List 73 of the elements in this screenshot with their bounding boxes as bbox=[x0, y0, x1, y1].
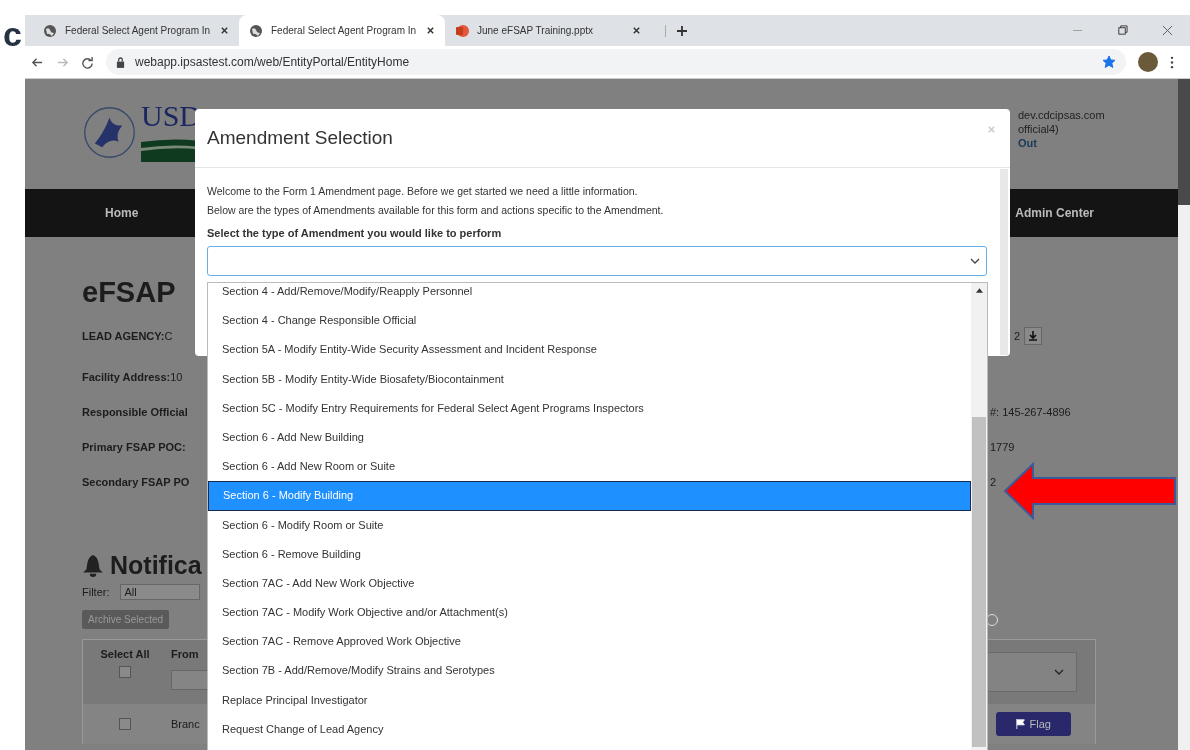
dropdown-option[interactable]: Replace Principal Investigator bbox=[208, 685, 971, 715]
flag-button[interactable]: Flag bbox=[995, 712, 1071, 736]
detail-label: Responsible Official bbox=[82, 405, 188, 418]
checkbox[interactable] bbox=[119, 718, 131, 730]
scrollbar[interactable] bbox=[971, 283, 987, 750]
scroll-up-icon[interactable] bbox=[975, 288, 983, 293]
detail-value: 2 bbox=[990, 475, 997, 488]
dropdown-option[interactable]: Section 7B - Add/Remove/Modify Strains and Serotypes bbox=[208, 656, 971, 686]
globe-icon bbox=[43, 23, 57, 38]
presentation-icon bbox=[455, 23, 469, 38]
dropdown-option[interactable]: Section 5A - Modify Entity-Wide Security Assessment and Incident Response bbox=[208, 335, 971, 365]
browser-tab[interactable]: June eFSAP Training.pptx bbox=[445, 15, 651, 46]
globe-icon bbox=[249, 23, 263, 38]
dropdown-option[interactable]: Section 6 - Add New Room or Suite bbox=[208, 452, 971, 482]
select-label: Select the type of Amendment you would like to perform bbox=[207, 227, 503, 239]
detail-value: 1779 bbox=[990, 440, 1015, 453]
column-header: From bbox=[171, 648, 200, 660]
detail-value: 2 bbox=[1014, 330, 1021, 342]
menu-icon[interactable] bbox=[1170, 55, 1174, 69]
detail-label: Primary FSAP POC: bbox=[82, 440, 186, 453]
dropdown-option[interactable]: Section 5B - Modify Entity-Wide Biosafety/Biocontainment bbox=[208, 364, 971, 394]
flag-icon bbox=[1015, 719, 1026, 729]
filter-select[interactable]: All bbox=[119, 584, 200, 600]
tab-title: Federal Select Agent Program In bbox=[271, 25, 418, 36]
address-bar[interactable]: webapp.ipsastest.com/web/EntityPortal/EntityHome bbox=[106, 49, 1126, 75]
plus-icon[interactable] bbox=[665, 24, 688, 37]
avatar[interactable] bbox=[1138, 52, 1158, 72]
browser-tab[interactable]: Federal Select Agent Program In bbox=[33, 15, 239, 46]
user-info-text: official4) bbox=[1018, 123, 1060, 135]
restore-icon[interactable] bbox=[1117, 25, 1128, 36]
dropdown-option[interactable]: Section 6 - Add New Building bbox=[208, 422, 971, 453]
detail-label: Facility Address:10 bbox=[82, 370, 183, 383]
download-icon[interactable] bbox=[1024, 327, 1043, 345]
lock-icon bbox=[116, 56, 125, 68]
bell-icon bbox=[82, 553, 104, 578]
dropdown-option[interactable]: Section 4 - Change Responsible Official bbox=[208, 306, 971, 336]
chevron-down-icon bbox=[1054, 669, 1064, 675]
slide-title-fragment: c bbox=[3, 16, 22, 52]
column-header: Select All bbox=[100, 648, 150, 660]
tab-title: June eFSAP Training.pptx bbox=[477, 25, 594, 36]
modal-title: Amendment Selection bbox=[207, 127, 393, 149]
detail-value: #: 145-267-4896 bbox=[990, 405, 1071, 418]
close-icon[interactable] bbox=[426, 26, 435, 35]
dropdown-option[interactable]: Section 5C - Modify Entry Requirements for Federal Select Agent Programs Inspectors bbox=[208, 393, 971, 423]
browser-tab[interactable]: Federal Select Agent Program In bbox=[239, 15, 445, 46]
detail-label: LEAD AGENCY:C bbox=[82, 330, 173, 342]
dropdown-option[interactable]: Section 7AC - Modify Work Objective and/or Attachment(s) bbox=[208, 598, 971, 628]
checkbox[interactable] bbox=[119, 666, 131, 678]
url-text: webapp.ipsastest.com/web/EntityPortal/EntityHome bbox=[135, 55, 410, 69]
close-icon[interactable] bbox=[632, 26, 641, 35]
dropdown-option[interactable]: Section 6 - Modify Room or Suite bbox=[208, 510, 971, 540]
user-info-text: dev.cdcipsas.com bbox=[1018, 109, 1106, 121]
dropdown-option[interactable]: Section 4 - Add/Remove/Modify/Reapply Personnel bbox=[208, 283, 971, 307]
dropdown-option[interactable]: Section 7AC - Remove Approved Work Objective bbox=[208, 627, 971, 657]
dropdown-option[interactable]: Request Change of Lead Agency bbox=[208, 714, 971, 744]
page-title: eFSAP bbox=[82, 275, 176, 309]
dropdown-option[interactable]: Section 7AC - Add New Work Objective bbox=[208, 568, 971, 599]
intro-text: Welcome to the Form 1 Amendment page. Before we get started we need a little information. bbox=[207, 184, 639, 199]
section-title: Notifica bbox=[110, 551, 202, 580]
nav-item[interactable]: Home bbox=[105, 206, 139, 220]
close-icon[interactable] bbox=[220, 26, 229, 35]
reload-icon[interactable] bbox=[81, 55, 94, 69]
star-icon[interactable] bbox=[1102, 55, 1116, 69]
filter-label: Filter: bbox=[82, 586, 110, 598]
tab-title: Federal Select Agent Program In bbox=[65, 25, 212, 36]
nav-item[interactable]: Admin Center bbox=[1015, 206, 1094, 220]
scrollbar[interactable] bbox=[1178, 79, 1190, 750]
scrollbar[interactable] bbox=[1000, 169, 1008, 355]
dropdown-option[interactable]: Section 6 - Remove Building bbox=[208, 539, 971, 569]
detail-label: Secondary FSAP PO bbox=[82, 475, 190, 488]
intro-text: Below are the types of Amendments available for this form and actions specific to the Amendment. bbox=[207, 203, 665, 218]
chevron-down-icon bbox=[970, 258, 980, 264]
table-cell-text: Branc bbox=[170, 718, 200, 730]
